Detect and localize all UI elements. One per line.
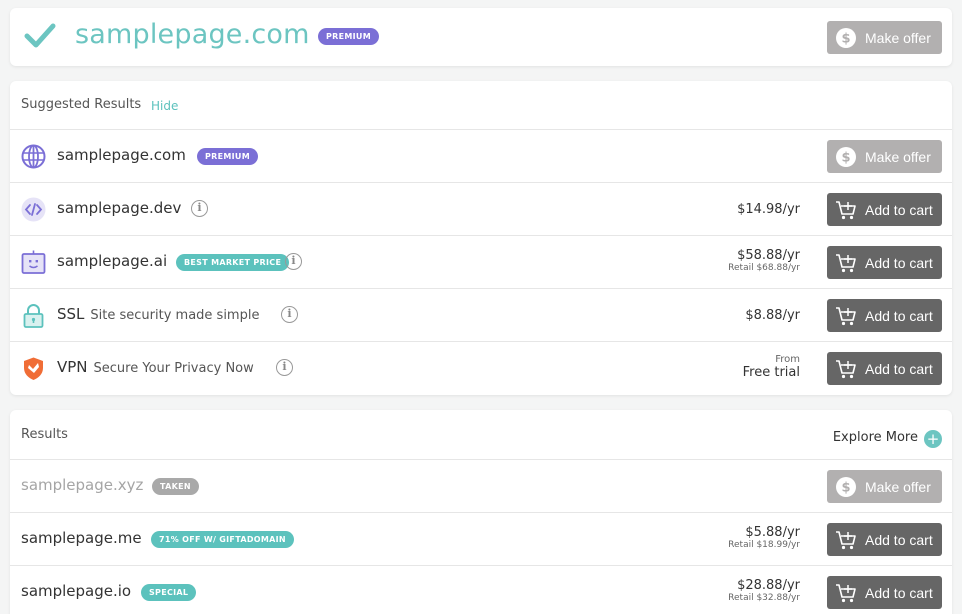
product-title: SSL <box>57 305 85 323</box>
suggested-row-ai: samplepage.ai BEST MARKET PRICE i $58.88… <box>10 236 952 289</box>
cart-icon <box>836 200 856 219</box>
cart-icon <box>836 583 856 602</box>
make-offer-button[interactable]: $ Make offer <box>827 21 942 54</box>
explore-more-label: Explore More <box>832 429 918 445</box>
suggested-row-vpn: VPN Secure Your Privacy Now i From Free t… <box>10 342 952 395</box>
suggested-title: Suggested Results <box>21 97 142 112</box>
check-icon <box>24 23 56 48</box>
offer-dollar-icon: $ <box>836 27 856 48</box>
svg-text:$: $ <box>841 31 850 46</box>
add-to-cart-button[interactable]: Add to cart <box>827 576 942 609</box>
price: $5.88/yr Retail $18.99/yr <box>728 525 800 550</box>
domain-name: samplepage.ai <box>57 252 168 270</box>
cart-icon <box>836 306 856 325</box>
cart-icon <box>836 359 856 378</box>
info-icon[interactable]: i <box>285 253 302 270</box>
taken-badge: TAKEN <box>152 478 199 495</box>
domain-name: samplepage.com <box>57 146 186 164</box>
explore-more-button[interactable]: Explore More + <box>833 426 942 448</box>
best-price-badge: BEST MARKET PRICE <box>176 254 290 271</box>
results-title: Results <box>21 427 68 442</box>
results-card: Results Explore More + samplepage.xyz TA… <box>10 410 952 614</box>
svg-text:$: $ <box>841 480 850 495</box>
suggested-row-dev: samplepage.dev i $14.98/yr Add to cart <box>10 183 952 236</box>
domain-name: samplepage.io <box>21 582 132 600</box>
button-label: Make offer <box>865 148 931 165</box>
add-to-cart-button[interactable]: Add to cart <box>827 352 942 385</box>
globe-icon <box>21 144 46 169</box>
price-value: $5.88/yr <box>745 525 800 540</box>
price: From Free trial <box>743 354 800 380</box>
retail-price: Retail $68.88/yr <box>728 263 800 273</box>
offer-dollar-icon: $ <box>836 146 856 167</box>
make-offer-button[interactable]: $ Make offer <box>827 140 942 173</box>
price-value: Free trial <box>742 365 800 380</box>
domain-name: samplepage.me <box>21 529 142 547</box>
product-name: VPN Secure Your Privacy Now <box>57 358 254 376</box>
domain-name: samplepage.dev <box>57 199 182 217</box>
result-row-xyz: samplepage.xyz TAKEN $ Make offer <box>10 460 952 513</box>
price: $8.88/yr <box>745 308 800 323</box>
price: $28.88/yr Retail $32.88/yr <box>728 578 800 603</box>
add-to-cart-button[interactable]: Add to cart <box>827 193 942 226</box>
price: $58.88/yr Retail $68.88/yr <box>728 248 800 273</box>
info-icon[interactable]: i <box>191 200 208 217</box>
make-offer-button[interactable]: $ Make offer <box>827 470 942 503</box>
premium-badge: PREMIUM <box>197 148 258 165</box>
svg-text:$: $ <box>841 150 850 165</box>
lock-icon <box>23 304 44 328</box>
button-label: Add to cart <box>865 360 933 377</box>
suggested-row-ssl: SSL Site security made simple i $8.88/yr … <box>10 289 952 342</box>
robot-icon <box>21 250 46 274</box>
vpn-shield-icon <box>24 357 43 380</box>
price-value: $14.98/yr <box>737 202 800 217</box>
plus-icon: + <box>924 430 942 448</box>
make-offer-label: Make offer <box>865 29 931 46</box>
price-value: $8.88/yr <box>745 308 800 323</box>
button-label: Add to cart <box>865 584 933 601</box>
domain-name: samplepage.xyz <box>21 476 144 494</box>
product-title: VPN <box>57 358 88 376</box>
result-row-io: samplepage.io SPECIAL $28.88/yr Retail $… <box>10 566 952 614</box>
cart-icon <box>836 530 856 549</box>
cart-icon <box>836 253 856 272</box>
retail-price: Retail $32.88/yr <box>728 593 800 603</box>
discount-badge: 71% OFF W/ GIFTADOMAIN <box>151 531 294 548</box>
price-value: $58.88/yr <box>737 248 800 263</box>
add-to-cart-button[interactable]: Add to cart <box>827 246 942 279</box>
product-description: Site security made simple <box>90 308 260 323</box>
suggested-results-card: Suggested Results Hide samplepage.com PR… <box>10 81 952 395</box>
button-label: Make offer <box>865 478 931 495</box>
special-badge: SPECIAL <box>141 584 197 601</box>
add-to-cart-button[interactable]: Add to cart <box>827 523 942 556</box>
product-description: Secure Your Privacy Now <box>93 361 254 376</box>
price-value: $28.88/yr <box>737 578 800 593</box>
premium-badge: PREMIUM <box>318 28 379 45</box>
hero-domain-name: samplepage.com <box>75 19 310 50</box>
info-icon[interactable]: i <box>281 306 298 323</box>
code-icon <box>21 197 46 222</box>
button-label: Add to cart <box>865 201 933 218</box>
button-label: Add to cart <box>865 254 933 271</box>
suggested-row-com: samplepage.com PREMIUM $ Make offer <box>10 130 952 183</box>
price-from-label: From <box>775 354 800 365</box>
retail-price: Retail $18.99/yr <box>728 540 800 550</box>
info-icon[interactable]: i <box>276 359 293 376</box>
hero-result-card: samplepage.com PREMIUM $ Make offer <box>10 8 952 66</box>
button-label: Add to cart <box>865 307 933 324</box>
offer-dollar-icon: $ <box>836 476 856 497</box>
add-to-cart-button[interactable]: Add to cart <box>827 299 942 332</box>
suggested-header: Suggested Results Hide <box>10 81 952 130</box>
product-name: SSL Site security made simple <box>57 305 259 323</box>
results-header: Results Explore More + <box>10 410 952 460</box>
price: $14.98/yr <box>737 202 800 217</box>
button-label: Add to cart <box>865 531 933 548</box>
result-row-me: samplepage.me 71% OFF W/ GIFTADOMAIN $5.… <box>10 513 952 566</box>
hide-link[interactable]: Hide <box>151 99 178 113</box>
